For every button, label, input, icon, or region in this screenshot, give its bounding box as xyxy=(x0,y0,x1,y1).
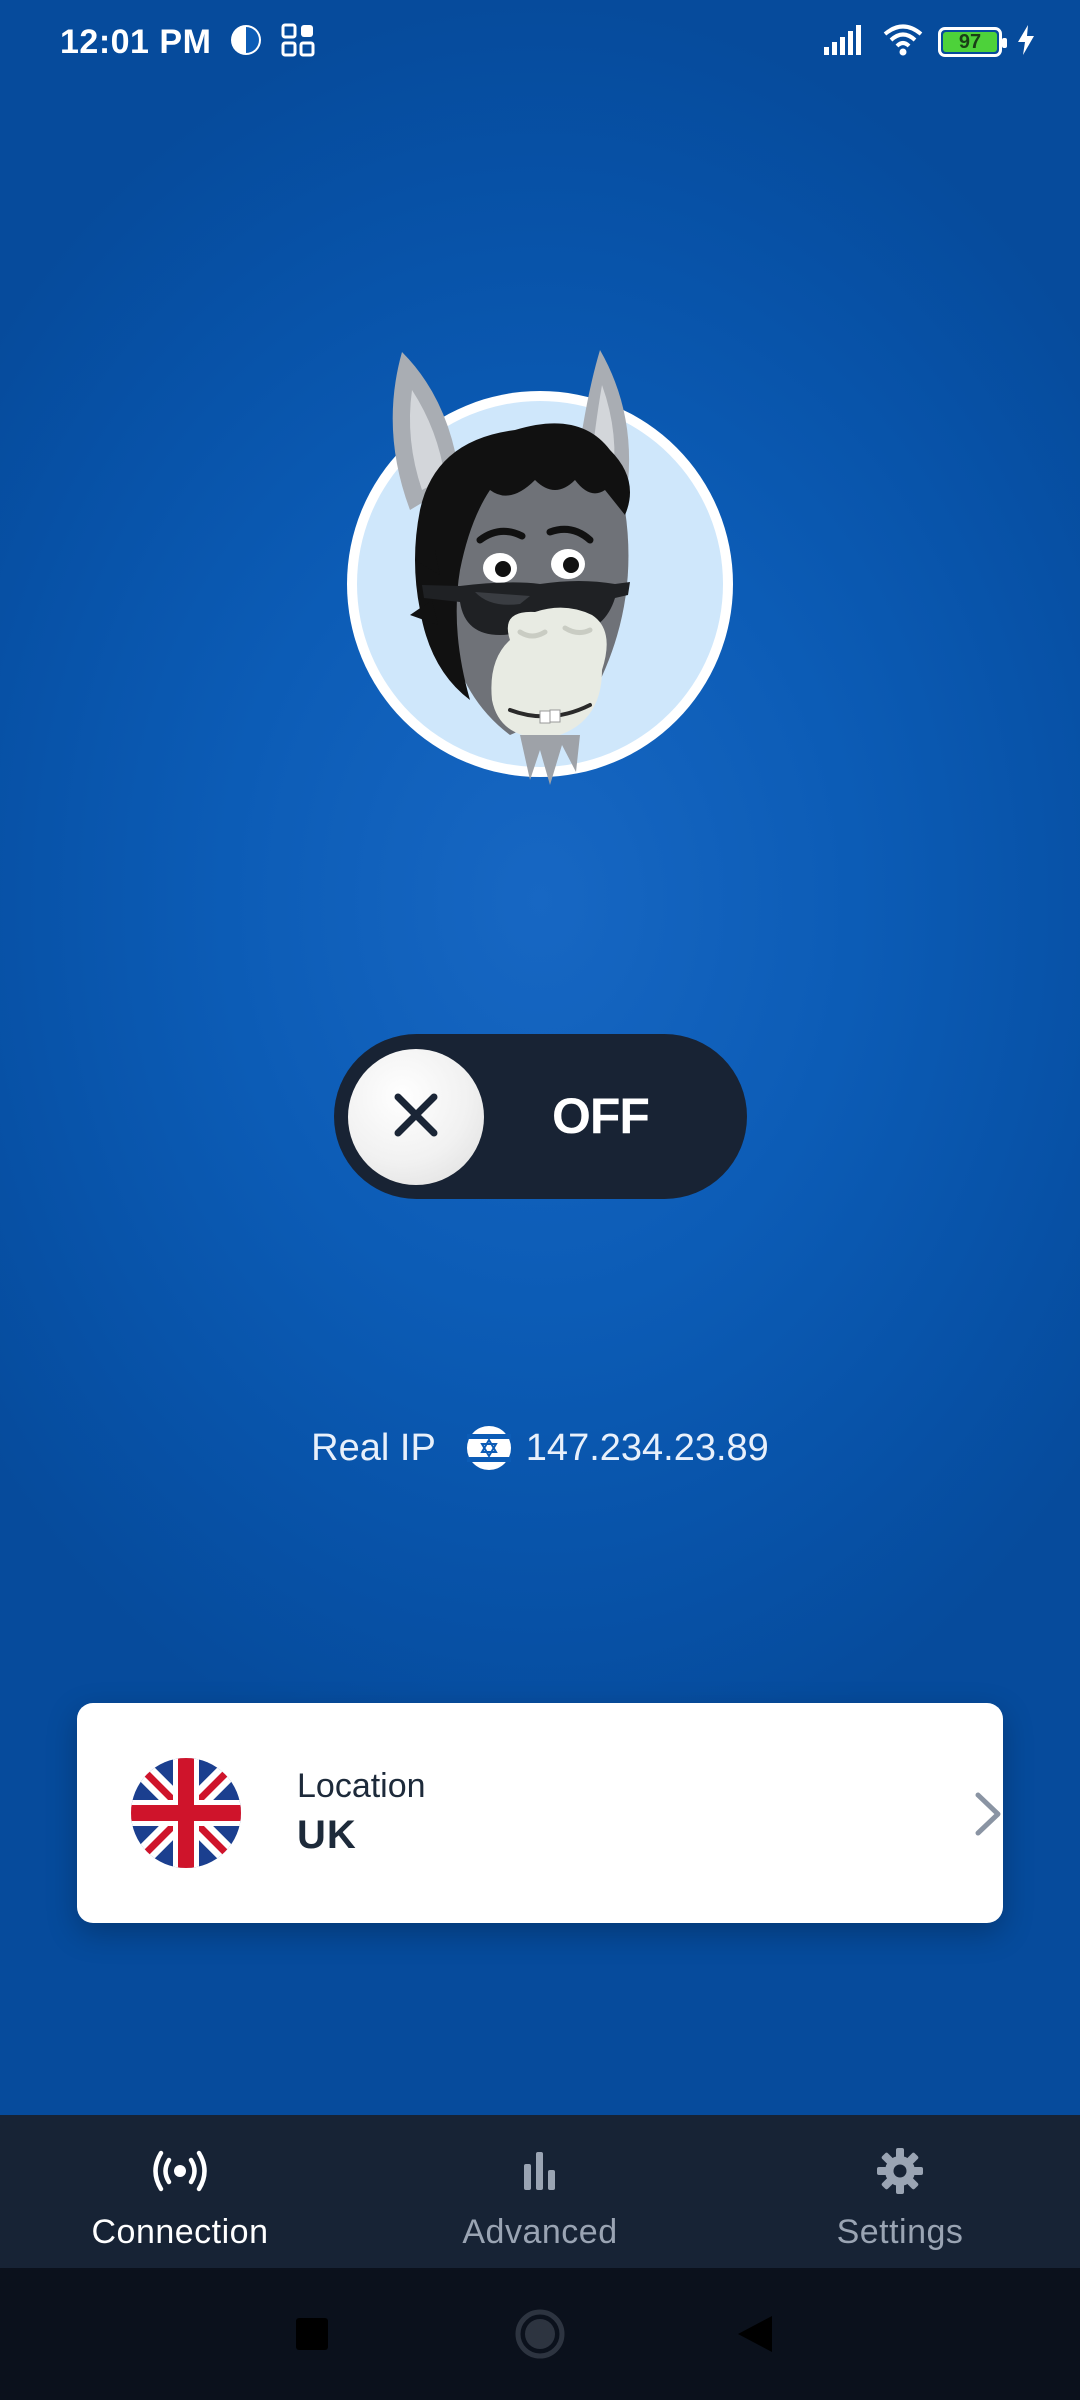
tab-settings-label: Settings xyxy=(836,2213,964,2251)
battery-icon: 97 xyxy=(938,27,1007,57)
charging-icon xyxy=(1016,24,1036,60)
location-value: UK xyxy=(297,1813,357,1857)
status-left: 12:01 PM xyxy=(60,23,315,62)
location-selector-card[interactable]: Location UK xyxy=(77,1703,1003,1923)
status-bar: 12:01 PM 97 xyxy=(0,0,1080,84)
tab-connection[interactable]: Connection xyxy=(0,2115,360,2268)
recent-apps-button[interactable] xyxy=(294,2316,330,2357)
signal-icon xyxy=(824,24,868,60)
home-button[interactable] xyxy=(514,2308,566,2365)
close-icon xyxy=(392,1091,440,1144)
location-caption: Location xyxy=(297,1767,426,1805)
tab-advanced[interactable]: Advanced xyxy=(360,2115,720,2268)
tab-connection-label: Connection xyxy=(91,2213,269,2251)
vpn-connection-toggle[interactable]: OFF xyxy=(334,1034,747,1199)
wifi-icon xyxy=(882,23,924,62)
back-button[interactable] xyxy=(736,2314,774,2359)
battery-level: 97 xyxy=(958,30,982,53)
toggle-knob[interactable] xyxy=(348,1049,484,1185)
chevron-right-icon xyxy=(973,1791,1003,1842)
donkey-mascot-logo xyxy=(340,340,740,800)
qr-app-icon xyxy=(281,23,315,62)
tab-settings[interactable]: Settings xyxy=(720,2115,1080,2268)
notification-app-icon xyxy=(229,23,263,62)
uk-flag-icon xyxy=(131,1758,241,1868)
system-nav-bar xyxy=(0,2268,1080,2400)
ip-address: 147.234.23.89 xyxy=(525,1426,769,1469)
israel-flag-icon xyxy=(466,1425,512,1471)
status-time: 12:01 PM xyxy=(60,22,212,61)
ip-info-row: Real IP 147.234.23.89 xyxy=(0,1418,1080,1478)
status-right: 97 xyxy=(824,23,1036,62)
bottom-nav: Connection Advanced Settings xyxy=(0,2115,1080,2268)
tab-advanced-label: Advanced xyxy=(462,2213,618,2251)
gear-icon xyxy=(876,2143,924,2199)
toggle-state-label: OFF xyxy=(552,1088,650,1144)
ip-label: Real IP xyxy=(311,1426,436,1469)
broadcast-icon xyxy=(150,2143,210,2199)
bar-chart-icon xyxy=(520,2143,560,2199)
